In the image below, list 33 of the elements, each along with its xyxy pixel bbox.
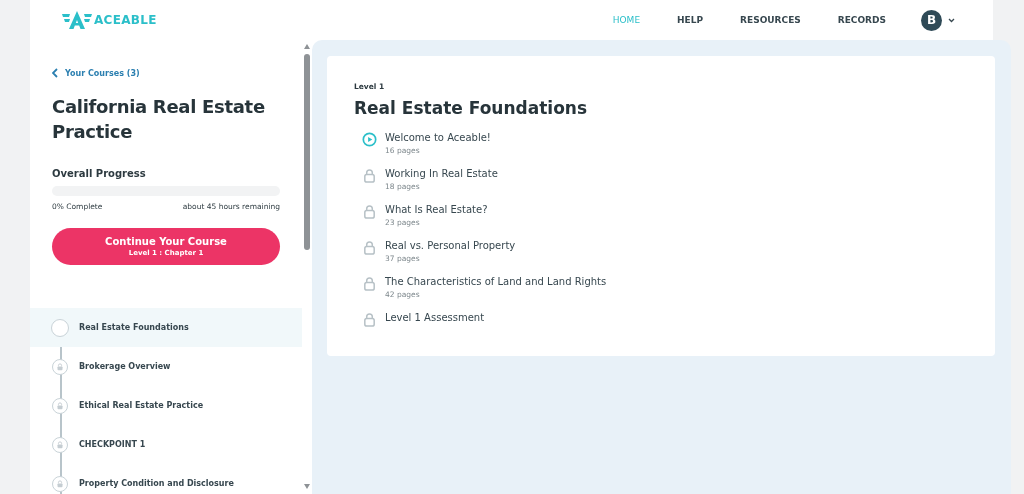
- chevron-down-icon[interactable]: [948, 17, 955, 23]
- lock-icon: [52, 358, 68, 375]
- nav-link[interactable]: HELP: [677, 15, 704, 25]
- chapter-item[interactable]: Ethical Real Estate Practice: [30, 386, 302, 425]
- step-circle-icon: [51, 318, 69, 337]
- scroll-up-icon[interactable]: [304, 44, 310, 49]
- chapter-item[interactable]: Property Condition and Disclosure: [30, 464, 302, 494]
- lesson-title[interactable]: What Is Real Estate?: [385, 204, 488, 215]
- lock-icon: [52, 397, 68, 414]
- course-title: California Real Estate Practice: [52, 95, 266, 144]
- chevron-left-icon: [52, 68, 58, 78]
- nav-link[interactable]: RESOURCES: [740, 15, 801, 25]
- lock-icon: [362, 276, 377, 291]
- level-title: Real Estate Foundations: [354, 98, 589, 118]
- lock-icon: [362, 240, 377, 255]
- chapter-item[interactable]: Brokerage Overview: [30, 347, 302, 386]
- lock-icon: [362, 204, 377, 219]
- lesson-title[interactable]: Real vs. Personal Property: [385, 240, 516, 251]
- lesson-title[interactable]: Welcome to Aceable!: [385, 132, 491, 143]
- user-avatar[interactable]: B: [921, 9, 942, 31]
- nav-link[interactable]: RECORDS: [837, 15, 886, 25]
- lock-icon: [52, 436, 68, 453]
- play-icon: [362, 132, 377, 147]
- chapter-item[interactable]: CHECKPOINT 1: [30, 425, 302, 464]
- lesson-title[interactable]: Working In Real Estate: [385, 168, 498, 179]
- lock-icon: [362, 168, 377, 183]
- lesson-title[interactable]: Level 1 Assessment: [385, 312, 485, 323]
- chapter-item[interactable]: Real Estate Foundations: [30, 308, 302, 347]
- logo-icon[interactable]: [62, 11, 92, 29]
- progress-label: Overall Progress: [52, 168, 147, 179]
- lesson-title[interactable]: The Characteristics of Land and Land Rights: [385, 276, 607, 287]
- scroll-down-icon[interactable]: [304, 484, 310, 489]
- lock-icon: [362, 312, 377, 327]
